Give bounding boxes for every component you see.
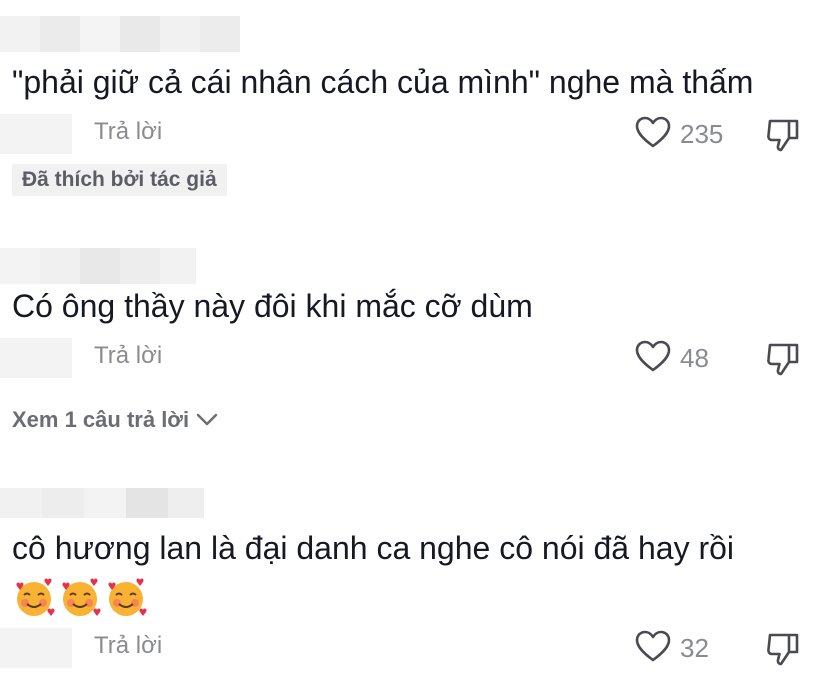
like-button[interactable]: 235 [634,114,723,154]
heart-outline-icon [634,629,672,668]
blurred-username [0,488,204,518]
comment-text: Có ông thầy này đôi khi mắc cỡ dùm [12,288,533,324]
blurred-avatar [0,114,72,154]
like-count: 235 [680,118,724,149]
blurred-avatar [0,338,72,378]
reply-button[interactable]: Trả lời [94,118,162,146]
comment-text: "phải giữ cả cái nhân cách của mình" ngh… [12,64,754,100]
emoji-row [12,576,148,620]
comment-text: cô hương lan là đại danh ca nghe cô nói … [12,530,735,566]
like-button[interactable]: 32 [634,628,709,668]
comment-actions: Trả lời 32 [0,628,834,668]
like-count: 32 [680,632,709,663]
thumbs-down-icon[interactable] [764,340,802,378]
view-replies-label: Xem 1 câu trả lời [12,407,190,432]
reply-button[interactable]: Trả lời [94,342,162,370]
smiling-face-with-hearts-icon [16,578,55,616]
heart-outline-icon [634,115,672,154]
blurred-username [0,16,240,52]
like-button[interactable]: 48 [634,338,709,378]
heart-outline-icon [634,339,672,378]
smiling-face-with-hearts-icon [62,578,101,616]
reply-button[interactable]: Trả lời [94,632,162,660]
smiling-face-with-hearts-icon [108,578,147,616]
thumbs-down-icon[interactable] [764,116,802,154]
blurred-avatar [0,628,72,668]
blurred-username [0,248,196,284]
thumbs-down-icon[interactable] [764,630,802,668]
liked-by-author-badge: Đã thích bởi tác giả [12,164,227,196]
comment-actions: Trả lời 235 [0,114,834,154]
like-count: 48 [680,342,709,373]
view-replies-button[interactable]: Xem 1 câu trả lời [12,407,219,433]
comment-actions: Trả lời 48 [0,338,834,378]
chevron-down-icon [189,407,219,433]
